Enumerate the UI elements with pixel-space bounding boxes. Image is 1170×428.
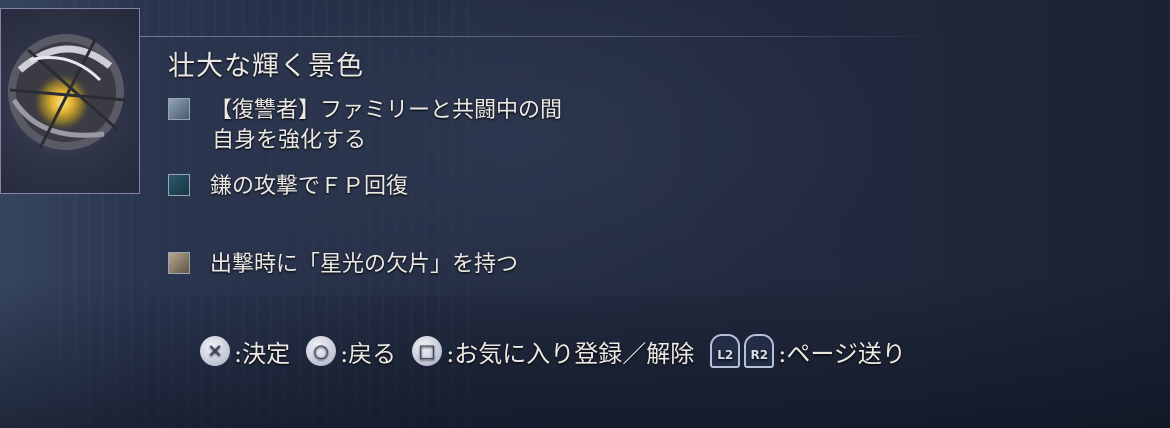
cross-button-icon: ✕	[200, 336, 230, 366]
r2-button-icon: R2	[744, 334, 775, 368]
effect-text: 鎌の攻撃でＦＰ回復	[210, 174, 409, 199]
effect-text: 出撃時に「星光の欠片」を持つ	[210, 252, 519, 277]
panel-divider	[140, 36, 950, 37]
effect-text: 【復讐者】ファミリーと共闘中の間	[210, 98, 563, 123]
page-label: :ページ送り	[778, 339, 906, 368]
confirm-label: :決定	[234, 339, 291, 368]
favorite-label: :お気に入り登録／解除	[446, 339, 695, 368]
confirm-prompt[interactable]: ✕ :決定	[200, 334, 290, 369]
favorite-prompt[interactable]: □ :お気に入り登録／解除	[412, 334, 694, 369]
effect-text: 自身を強化する	[212, 128, 367, 153]
square-button-icon: □	[412, 336, 443, 366]
item-name: 壮大な輝く景色	[168, 51, 364, 82]
starlight-shard-icon	[168, 252, 190, 274]
circle-button-icon: ○	[306, 336, 337, 366]
button-prompts: ✕ :決定 ○ :戻る □ :お気に入り登録／解除 L2 R2 :ページ送り	[200, 333, 922, 369]
radiant-nest-relic-icon	[8, 34, 127, 150]
l2-button-icon: L2	[710, 334, 741, 368]
back-label: :戻る	[340, 339, 397, 368]
scythe-fp-icon	[168, 174, 190, 196]
avenger-plus-icon	[168, 98, 190, 120]
back-prompt[interactable]: ○ :戻る	[306, 334, 396, 369]
page-prompt[interactable]: L2 R2 :ページ送り	[710, 334, 906, 369]
